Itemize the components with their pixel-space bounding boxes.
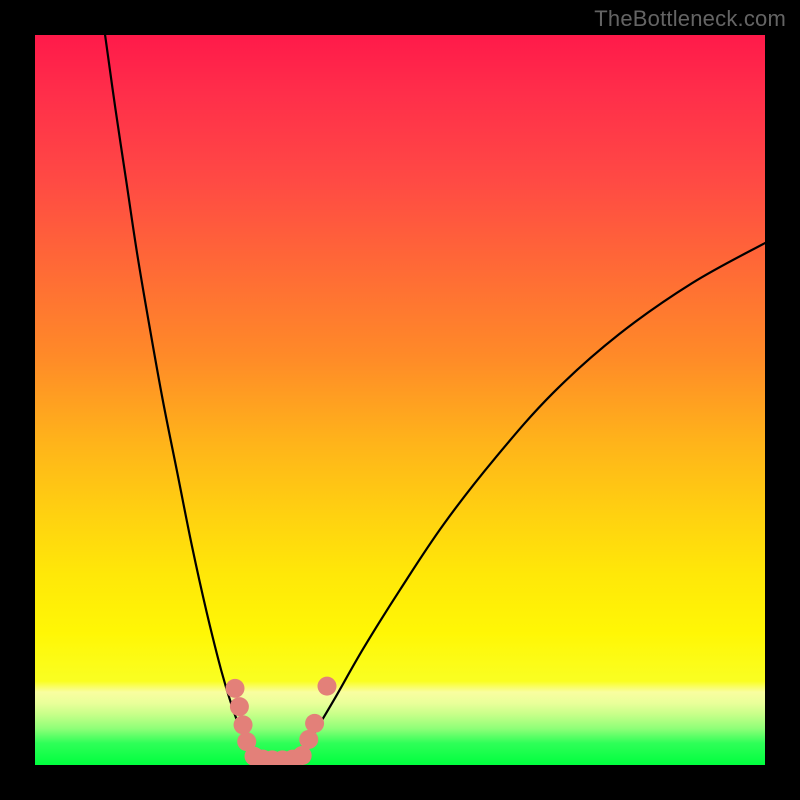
watermark-text: TheBottleneck.com (594, 6, 786, 32)
chart-frame: TheBottleneck.com (0, 0, 800, 800)
salmon-marker (230, 697, 249, 716)
salmon-marker (305, 714, 324, 733)
marker-group (226, 677, 337, 765)
salmon-marker (318, 677, 337, 696)
bottleneck-curve-right-path (298, 243, 765, 758)
curve-group (105, 35, 765, 758)
salmon-marker (226, 679, 245, 698)
plot-area (35, 35, 765, 765)
bottleneck-curve-left-path (105, 35, 254, 758)
chart-svg (35, 35, 765, 765)
salmon-marker (234, 715, 253, 734)
